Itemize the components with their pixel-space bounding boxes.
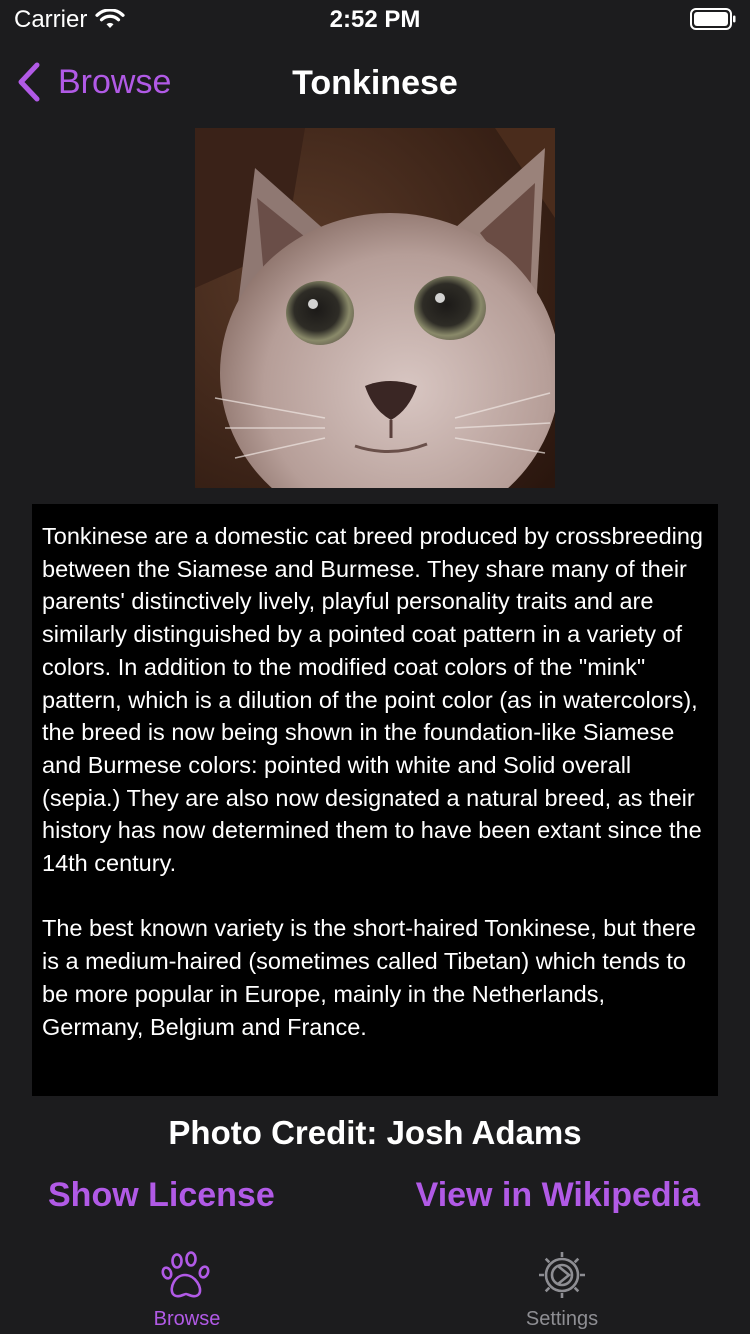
breed-description: Tonkinese are a domestic cat breed produ… [32,504,718,1096]
cat-photo-drawing [195,128,555,488]
navigation-bar: Browse Tonkinese [0,40,750,128]
cat-photo [195,128,555,488]
status-bar: Carrier 2:52 PM [0,0,750,40]
description-paragraph: The best known variety is the short-hair… [42,915,703,1040]
tab-browse[interactable]: Browse [87,1248,287,1331]
battery-icon [690,8,736,30]
tab-bar: Browse Settings [0,1238,750,1334]
paw-icon [161,1251,210,1298]
tab-settings[interactable]: Settings [462,1248,662,1331]
gear-icon [539,1252,585,1298]
page-title: Tonkinese [292,64,458,102]
tab-settings-label: Settings [525,1308,599,1330]
tab-browse-label: Browse [153,1308,221,1330]
photo-credit: Photo Credit: Josh Adams [168,1114,582,1151]
screen: Carrier 2:52 PM Browse Tonkinese Tonkine… [0,0,750,1334]
status-time: 2:52 PM [329,6,421,33]
description-paragraph: Tonkinese are a domestic cat breed produ… [42,523,710,877]
show-license-button[interactable]: Show License [48,1176,275,1215]
view-in-wikipedia-button[interactable]: View in Wikipedia [416,1176,700,1215]
